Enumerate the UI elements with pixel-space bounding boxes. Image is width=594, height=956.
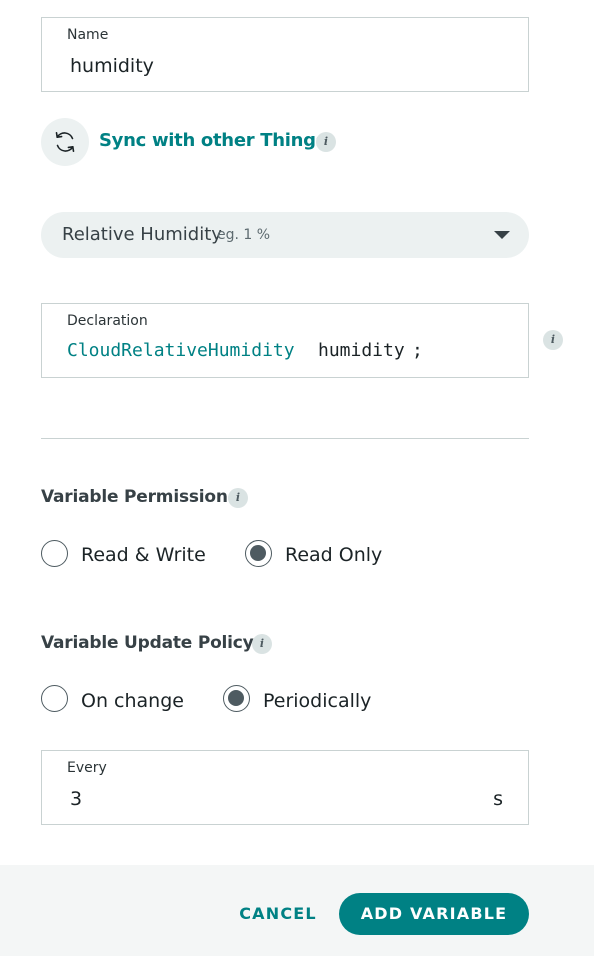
- dialog-footer: CANCEL ADD VARIABLE: [0, 865, 594, 956]
- name-field[interactable]: Name humidity: [41, 17, 529, 92]
- name-input-value[interactable]: humidity: [70, 55, 154, 77]
- update-policy-title: Variable Update Policy: [41, 633, 254, 653]
- name-field-label: Name: [67, 27, 109, 43]
- radio-read-write[interactable]: [41, 540, 68, 567]
- radio-read-only[interactable]: [245, 540, 272, 567]
- cancel-button[interactable]: CANCEL: [230, 893, 326, 935]
- sync-button[interactable]: [41, 118, 89, 166]
- radio-periodically-label[interactable]: Periodically: [263, 690, 371, 712]
- declaration-terminator: ;: [412, 340, 423, 361]
- every-field[interactable]: Every 3 s: [41, 750, 529, 825]
- radio-read-only-label[interactable]: Read Only: [285, 544, 382, 566]
- every-unit: s: [493, 788, 503, 810]
- radio-on-change-label[interactable]: On change: [81, 690, 184, 712]
- radio-on-change[interactable]: [41, 685, 68, 712]
- every-label: Every: [67, 760, 107, 776]
- add-variable-button[interactable]: ADD VARIABLE: [339, 893, 529, 935]
- radio-read-write-label[interactable]: Read & Write: [81, 544, 206, 566]
- sync-info-icon[interactable]: i: [316, 132, 336, 152]
- radio-periodically[interactable]: [223, 685, 250, 712]
- variable-type-hint: eg. 1 %: [217, 227, 271, 243]
- every-input-value[interactable]: 3: [70, 788, 82, 810]
- permission-info-icon[interactable]: i: [228, 488, 248, 508]
- declaration-field: Declaration CloudRelativeHumidity humidi…: [41, 303, 529, 378]
- variable-type-value: Relative Humidity: [62, 224, 222, 245]
- declaration-type: CloudRelativeHumidity: [67, 340, 295, 361]
- declaration-info-icon[interactable]: i: [543, 330, 563, 350]
- sync-with-things-link[interactable]: Sync with other Things: [99, 130, 326, 151]
- variable-type-select[interactable]: Relative Humidity eg. 1 %: [41, 212, 529, 258]
- permission-title: Variable Permission: [41, 487, 228, 507]
- declaration-variable: humidity: [318, 340, 405, 361]
- declaration-label: Declaration: [67, 313, 148, 329]
- section-divider: [41, 438, 529, 439]
- update-policy-info-icon[interactable]: i: [252, 634, 272, 654]
- chevron-down-icon: [494, 231, 510, 239]
- sync-icon: [55, 131, 75, 153]
